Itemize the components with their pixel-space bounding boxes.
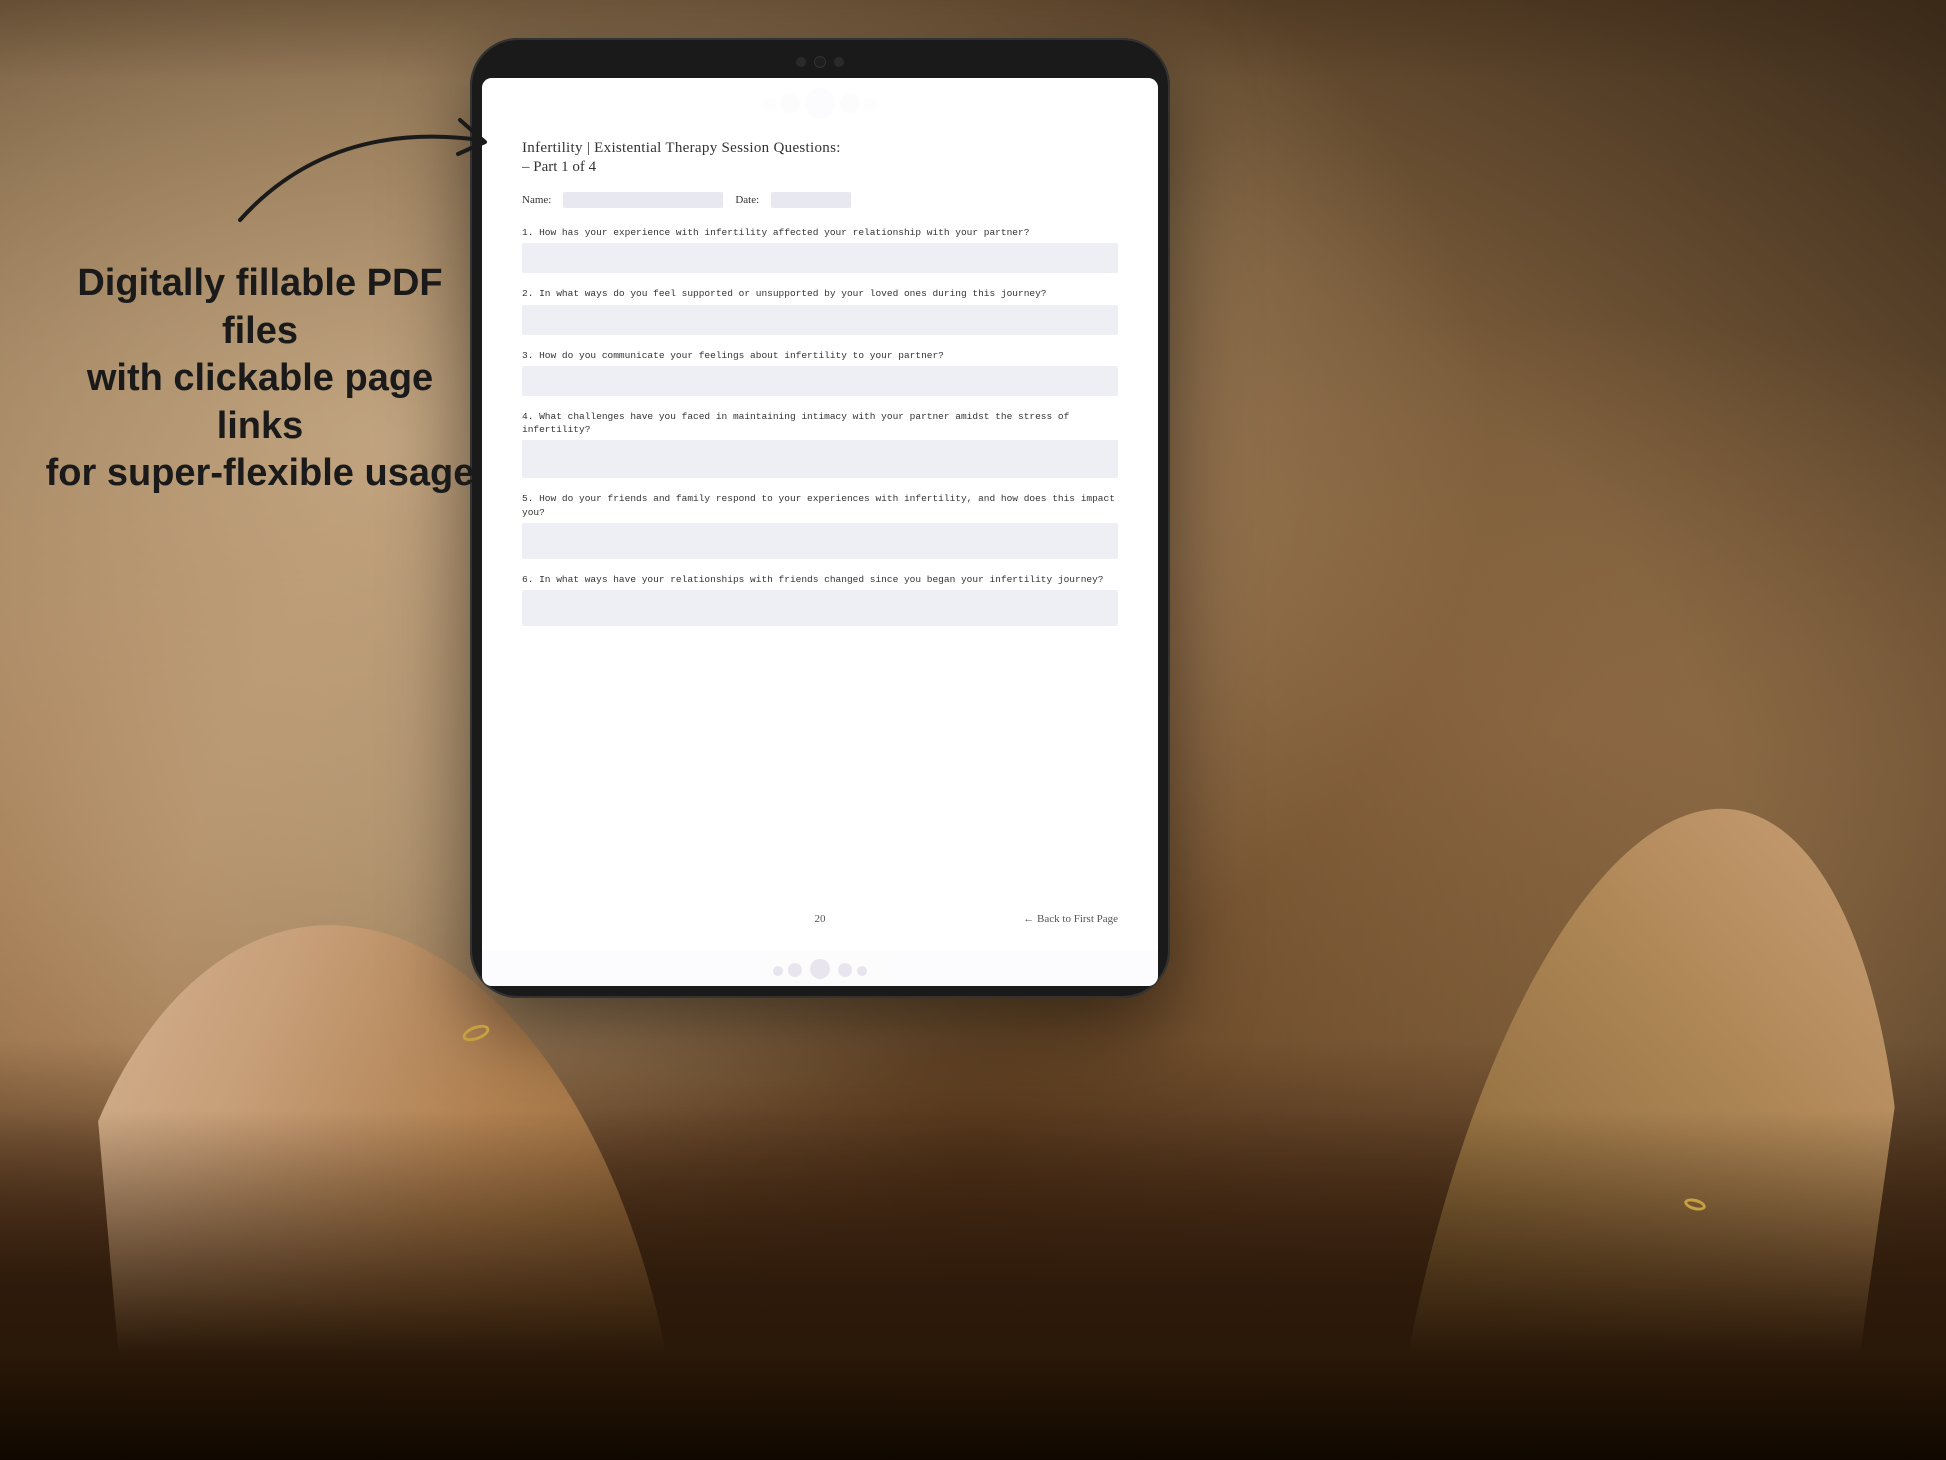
question-1-text: 1. How has your experience with infertil… [522,226,1118,239]
pdf-top-decoration [482,78,1158,128]
camera-row [796,56,844,68]
pdf-page: Infertility | Existential Therapy Sessio… [482,78,1158,951]
pdf-title-area: Infertility | Existential Therapy Sessio… [522,140,1118,176]
answer-box-6[interactable] [522,590,1118,626]
question-5: 5. How do your friends and family respon… [522,492,1118,559]
name-input[interactable] [563,192,723,208]
question-6: 6. In what ways have your relationships … [522,573,1118,626]
question-4-text: 4. What challenges have you faced in mai… [522,410,1118,437]
promo-line1: Digitally fillable PDF files [77,262,442,352]
pdf-subtitle: – Part 1 of 4 [522,159,1118,176]
question-6-text: 6. In what ways have your relationships … [522,573,1118,586]
question-2: 2. In what ways do you feel supported or… [522,287,1118,334]
pdf-footer: 20 ← Back to First Page [522,901,1118,931]
date-input[interactable] [771,192,851,208]
question-3-text: 3. How do you communicate your feelings … [522,349,1118,362]
answer-box-3[interactable] [522,366,1118,396]
promo-line2: with clickable page links [87,357,433,447]
question-2-text: 2. In what ways do you feel supported or… [522,287,1118,300]
back-to-first-page-link[interactable]: ← Back to First Page [919,913,1118,925]
camera-dot-right [834,57,844,67]
question-4: 4. What challenges have you faced in mai… [522,410,1118,479]
page-number: 20 [721,913,920,925]
answer-box-4[interactable] [522,440,1118,478]
pdf-questions: 1. How has your experience with infertil… [522,226,1118,901]
question-3: 3. How do you communicate your feelings … [522,349,1118,396]
date-label: Date: [735,194,759,206]
camera-dot-center [814,56,826,68]
pdf-title: Infertility | Existential Therapy Sessio… [522,140,1118,157]
camera-dot-left [796,57,806,67]
tablet-screen: Infertility | Existential Therapy Sessio… [482,78,1158,986]
bottom-vignette [0,1040,1946,1460]
arrow-decoration [180,60,540,260]
pdf-fields-row: Name: Date: [522,192,1118,208]
answer-box-2[interactable] [522,305,1118,335]
pdf-bottom-decoration [482,951,1158,986]
tablet: Infertility | Existential Therapy Sessio… [470,38,1170,998]
answer-box-5[interactable] [522,523,1118,559]
answer-box-1[interactable] [522,243,1118,273]
question-1: 1. How has your experience with infertil… [522,226,1118,273]
promo-text: Digitally fillable PDF files with clicka… [40,260,480,498]
promo-line3: for super-flexible usage [46,452,475,494]
question-5-text: 5. How do your friends and family respon… [522,492,1118,519]
